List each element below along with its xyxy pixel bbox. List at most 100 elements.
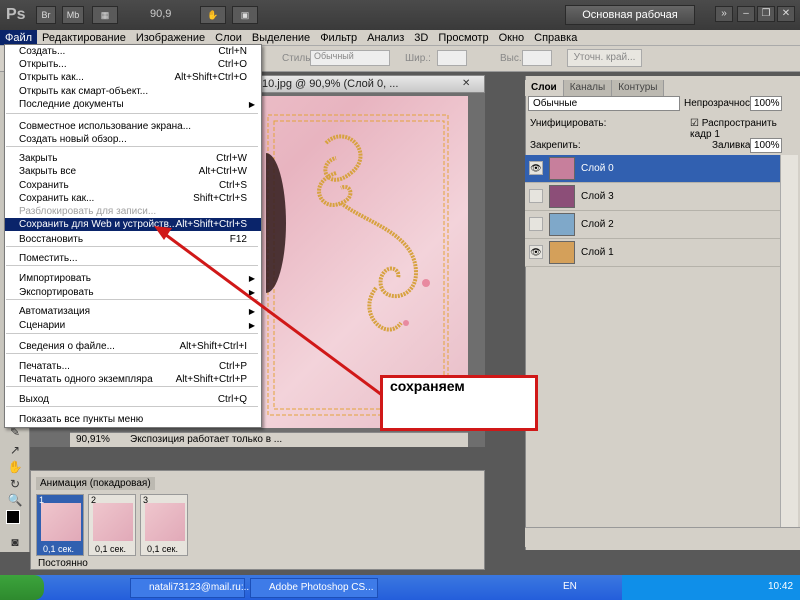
mini-bridge-button[interactable]: Mb xyxy=(62,6,84,24)
animation-frame[interactable]: 1 0,1 сек. xyxy=(36,494,84,556)
menu-item-shortcut: Alt+Shift+Ctrl+I xyxy=(179,341,247,352)
file-menu-item[interactable]: Автоматизация ▶ xyxy=(5,305,261,318)
layer-name: Слой 1 xyxy=(581,247,614,258)
menu-3d[interactable]: 3D xyxy=(409,30,433,45)
file-menu-item[interactable]: Сценарии ▶ xyxy=(5,319,261,332)
file-menu-item[interactable]: Импортировать ▶ xyxy=(5,272,261,285)
file-menu-item[interactable]: Последние документы ▶ xyxy=(5,98,261,111)
start-button[interactable] xyxy=(0,575,44,600)
document-status-text[interactable]: Экспозиция работает только в ... xyxy=(130,434,282,445)
layers-scrollbar[interactable] xyxy=(780,155,798,540)
menu-image[interactable]: Изображение xyxy=(131,30,210,45)
menu-item-label: Разблокировать для записи... xyxy=(19,206,157,217)
eye-icon[interactable] xyxy=(529,217,543,231)
menu-file[interactable]: Файл xyxy=(0,30,38,45)
menu-edit[interactable]: Редактирование xyxy=(37,30,131,45)
menu-layers[interactable]: Слои xyxy=(210,30,247,45)
file-menu-item[interactable]: Создать новый обзор... xyxy=(5,133,261,146)
loop-options-select[interactable]: Постоянно xyxy=(38,558,88,569)
document-close-icon[interactable]: ✕ xyxy=(462,78,470,89)
layer-row[interactable]: Слой 3 xyxy=(525,183,780,211)
style-select[interactable]: Обычный xyxy=(310,50,390,66)
file-menu-item[interactable]: Открыть... Ctrl+O xyxy=(5,58,261,71)
tab-paths[interactable]: Контуры xyxy=(612,80,665,96)
width-field[interactable] xyxy=(437,50,467,66)
layer-row[interactable]: 👁 Слой 0 xyxy=(525,155,780,183)
menu-item-label: Открыть как смарт-объект... xyxy=(19,86,149,97)
eye-icon[interactable] xyxy=(529,189,543,203)
refine-edge-button[interactable]: Уточн. край... xyxy=(567,49,642,67)
menu-item-shortcut: Ctrl+Q xyxy=(217,394,247,405)
zoom-level[interactable]: 90,9 xyxy=(150,8,171,20)
workspace-button[interactable]: Основная рабочая среда xyxy=(565,5,695,39)
minimize-icon[interactable]: – xyxy=(737,6,755,22)
taskbar-email[interactable]: natali73123@mail.ru:... xyxy=(130,578,252,598)
file-menu-item[interactable]: Закрыть все Alt+Ctrl+W xyxy=(5,165,261,178)
animation-frame[interactable]: 3 0,1 сек. xyxy=(140,494,188,556)
menu-help[interactable]: Справка xyxy=(529,30,582,45)
file-menu-item[interactable]: Сохранить Ctrl+S xyxy=(5,179,261,192)
animation-tab[interactable]: Анимация (покадровая) xyxy=(36,477,155,490)
chevron-down-icon[interactable]: » xyxy=(715,6,733,22)
file-menu-item[interactable]: Поместить... xyxy=(5,252,261,265)
animation-frame[interactable]: 2 0,1 сек. xyxy=(88,494,136,556)
path-selection-icon[interactable]: ↗ xyxy=(5,443,25,459)
file-menu-item[interactable]: Выход Ctrl+Q xyxy=(5,393,261,406)
menu-window[interactable]: Окно xyxy=(494,30,530,45)
menu-item-label: Сохранить как... xyxy=(19,193,95,204)
menu-analysis[interactable]: Анализ xyxy=(362,30,409,45)
fill-field[interactable]: 100% xyxy=(750,138,782,153)
blend-mode-select[interactable]: Обычные xyxy=(528,96,680,111)
file-menu-item[interactable]: Закрыть Ctrl+W xyxy=(5,152,261,165)
taskbar-photoshop[interactable]: Adobe Photoshop CS... xyxy=(250,578,378,598)
canvas-artwork xyxy=(266,114,449,416)
bridge-button[interactable]: Br xyxy=(36,6,56,24)
frame-delay[interactable]: 0,1 сек. xyxy=(95,544,126,554)
menu-separator xyxy=(6,265,258,266)
frame-delay[interactable]: 0,1 сек. xyxy=(147,544,178,554)
menu-item-shortcut: Ctrl+O xyxy=(217,59,247,70)
menu-item-shortcut: Shift+Ctrl+S xyxy=(193,193,247,204)
close-icon[interactable]: ✕ xyxy=(777,6,795,22)
file-menu-item[interactable]: Открыть как... Alt+Shift+Ctrl+O xyxy=(5,71,261,84)
hand-tool-icon[interactable]: ✋ xyxy=(5,460,25,476)
menu-view[interactable]: Просмотр xyxy=(433,30,493,45)
eye-icon[interactable]: 👁 xyxy=(529,161,543,175)
view-extras-icon[interactable]: ▦ xyxy=(92,6,118,24)
file-menu-item[interactable]: Сохранить для Web и устройств... Alt+Shif… xyxy=(5,218,261,231)
foreground-color-swatch[interactable] xyxy=(6,510,20,524)
file-menu-item[interactable]: Сведения о файле... Alt+Shift+Ctrl+I xyxy=(5,340,261,353)
document-zoom-field[interactable]: 90,91% xyxy=(76,434,110,445)
tab-channels[interactable]: Каналы xyxy=(563,80,613,96)
menu-filter[interactable]: Фильтр xyxy=(315,30,362,45)
restore-icon[interactable]: ❐ xyxy=(757,6,775,22)
propagate-label: Распространить кадр 1 xyxy=(690,118,777,140)
language-indicator[interactable]: EN xyxy=(563,581,577,592)
file-menu-item[interactable]: Показать все пункты меню xyxy=(5,413,261,426)
menu-select[interactable]: Выделение xyxy=(247,30,315,45)
menu-separator xyxy=(6,386,258,387)
height-field[interactable] xyxy=(522,50,552,66)
quick-mask-icon[interactable]: ◙ xyxy=(5,535,25,551)
frame-delay[interactable]: 0,1 сек. xyxy=(43,544,74,554)
submenu-arrow-icon: ▶ xyxy=(248,274,255,283)
file-menu-item[interactable]: Создать... Ctrl+N xyxy=(5,45,261,58)
file-menu-item[interactable]: Восстановить F12 xyxy=(5,233,261,246)
opacity-field[interactable]: 100% xyxy=(750,96,782,111)
arrange-documents-icon[interactable]: ▣ xyxy=(232,6,258,24)
tab-layers[interactable]: Слои xyxy=(525,80,564,96)
file-menu-item[interactable]: Открыть как смарт-объект... xyxy=(5,85,261,98)
rotate-view-icon[interactable]: ↻ xyxy=(5,477,25,493)
file-menu-item[interactable]: Совместное использование экрана... xyxy=(5,120,261,133)
file-menu-item[interactable]: Печатать одного экземпляра Alt+Shift+Ctrl… xyxy=(5,373,261,386)
propagate-frame-checkbox[interactable]: ☑ Распространить кадр 1 xyxy=(690,118,800,140)
file-menu-item[interactable]: Печатать... Ctrl+P xyxy=(5,360,261,373)
zoom-tool-icon[interactable]: 🔍 xyxy=(5,493,25,509)
eye-icon[interactable]: 👁 xyxy=(529,245,543,259)
file-menu-item[interactable]: Сохранить как... Shift+Ctrl+S xyxy=(5,192,261,205)
layer-row[interactable]: 👁 Слой 1 xyxy=(525,239,780,267)
file-menu-item[interactable]: Экспортировать ▶ xyxy=(5,286,261,299)
menu-item-label: Поместить... xyxy=(19,253,78,264)
hand-tool-icon[interactable]: ✋ xyxy=(200,6,226,24)
layer-row[interactable]: Слой 2 xyxy=(525,211,780,239)
